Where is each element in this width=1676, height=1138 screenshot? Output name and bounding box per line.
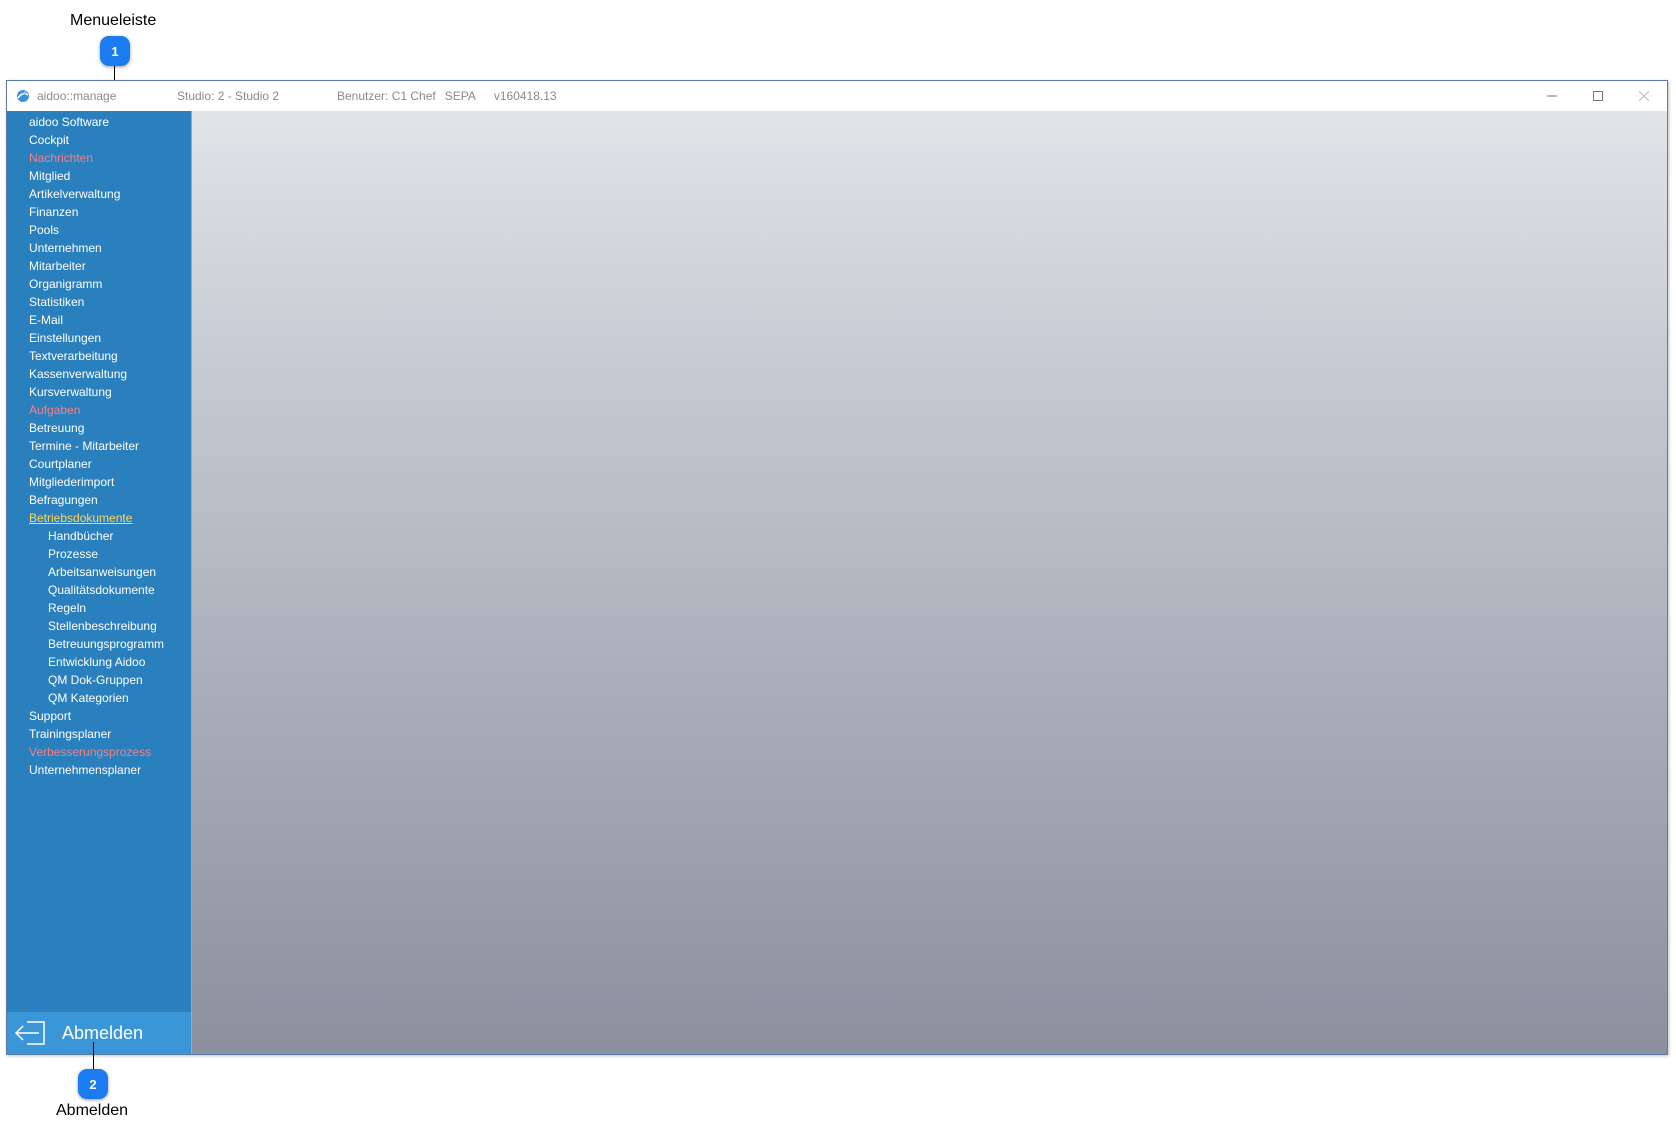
maximize-button[interactable] — [1575, 81, 1621, 111]
sidebar-item-pools[interactable]: Pools — [7, 221, 191, 239]
callout-badge-2: 2 — [78, 1069, 108, 1099]
menu-list: aidoo Software Cockpit Nachrichten Mitglied… — [7, 113, 191, 779]
logout-button[interactable]: Abmelden — [7, 1012, 191, 1054]
sidebar-item-organigramm[interactable]: Organigramm — [7, 275, 191, 293]
sidebar-item-trainingsplaner[interactable]: Trainingsplaner — [7, 725, 191, 743]
callout-label-menueleiste: Menueleiste — [70, 12, 157, 29]
sidebar-item-qualitätsdokumente[interactable]: Qualitätsdokumente — [7, 581, 191, 599]
main-content-area — [192, 111, 1667, 1054]
sidebar-item-cockpit[interactable]: Cockpit — [7, 131, 191, 149]
sidebar-item-courtplaner[interactable]: Courtplaner — [7, 455, 191, 473]
sidebar-item-handbücher[interactable]: Handbücher — [7, 527, 191, 545]
app-logo-icon — [17, 90, 29, 102]
sidebar-item-unternehmen[interactable]: Unternehmen — [7, 239, 191, 257]
sidebar-item-regeln[interactable]: Regeln — [7, 599, 191, 617]
sidebar-item-stellenbeschreibung[interactable]: Stellenbeschreibung — [7, 617, 191, 635]
sidebar-item-qm-dok-gruppen[interactable]: QM Dok-Gruppen — [7, 671, 191, 689]
sidebar-item-unternehmensplaner[interactable]: Unternehmensplaner — [7, 761, 191, 779]
callout-leader-2 — [93, 1042, 94, 1070]
minimize-button[interactable] — [1529, 81, 1575, 111]
sidebar-item-prozesse[interactable]: Prozesse — [7, 545, 191, 563]
app-window: aidoo::manage Studio: 2 - Studio 2 Benut… — [6, 80, 1668, 1055]
sidebar-item-betriebsdokumente[interactable]: Betriebsdokumente — [7, 509, 191, 527]
sidebar-item-verbesserungsprozess[interactable]: Verbesserungsprozess — [7, 743, 191, 761]
sidebar-item-textverarbeitung[interactable]: Textverarbeitung — [7, 347, 191, 365]
sidebar-item-mitglied[interactable]: Mitglied — [7, 167, 191, 185]
sidebar-item-aidoo-software[interactable]: aidoo Software — [7, 113, 191, 131]
sidebar-item-aufgaben[interactable]: Aufgaben — [7, 401, 191, 419]
sidebar-item-betreuung[interactable]: Betreuung — [7, 419, 191, 437]
sidebar-item-support[interactable]: Support — [7, 707, 191, 725]
sidebar-item-entwicklung-aidoo[interactable]: Entwicklung Aidoo — [7, 653, 191, 671]
app-name: aidoo::manage — [37, 89, 117, 103]
sidebar-item-kassenverwaltung[interactable]: Kassenverwaltung — [7, 365, 191, 383]
close-icon — [1638, 90, 1650, 102]
sidebar-menu: aidoo Software Cockpit Nachrichten Mitglied… — [7, 111, 192, 1054]
sidebar-item-arbeitsanweisungen[interactable]: Arbeitsanweisungen — [7, 563, 191, 581]
sidebar-item-mitarbeiter[interactable]: Mitarbeiter — [7, 257, 191, 275]
callout-badge-1: 1 — [100, 36, 130, 66]
close-button[interactable] — [1621, 81, 1667, 111]
title-bar: aidoo::manage Studio: 2 - Studio 2 Benut… — [7, 81, 1667, 111]
minimize-icon — [1547, 95, 1557, 97]
logout-label: Abmelden — [62, 1022, 144, 1043]
sidebar-item-statistiken[interactable]: Statistiken — [7, 293, 191, 311]
sidebar-item-kursverwaltung[interactable]: Kursverwaltung — [7, 383, 191, 401]
maximize-icon — [1593, 91, 1603, 101]
sidebar-item-mitgliederimport[interactable]: Mitgliederimport — [7, 473, 191, 491]
sidebar-item-betreuungsprogramm[interactable]: Betreuungsprogramm — [7, 635, 191, 653]
logout-arrow-icon — [14, 1021, 45, 1045]
sidebar-item-artikelverwaltung[interactable]: Artikelverwaltung — [7, 185, 191, 203]
sidebar-item-finanzen[interactable]: Finanzen — [7, 203, 191, 221]
studio-label: Studio: 2 - Studio 2 — [177, 89, 280, 103]
sidebar-item-e-mail[interactable]: E-Mail — [7, 311, 191, 329]
sidebar-item-nachrichten[interactable]: Nachrichten — [7, 149, 191, 167]
user-label: Benutzer: C1 Chef — [337, 89, 436, 103]
sidebar-item-befragungen[interactable]: Befragungen — [7, 491, 191, 509]
callout-label-abmelden: Abmelden — [56, 1102, 129, 1119]
version-label: v160418.13 — [493, 89, 557, 103]
sidebar-item-einstellungen[interactable]: Einstellungen — [7, 329, 191, 347]
mode-label: SEPA — [444, 89, 476, 103]
sidebar-item-termine-mitarbeiter[interactable]: Termine - Mitarbeiter — [7, 437, 191, 455]
sidebar-item-qm-kategorien[interactable]: QM Kategorien — [7, 689, 191, 707]
